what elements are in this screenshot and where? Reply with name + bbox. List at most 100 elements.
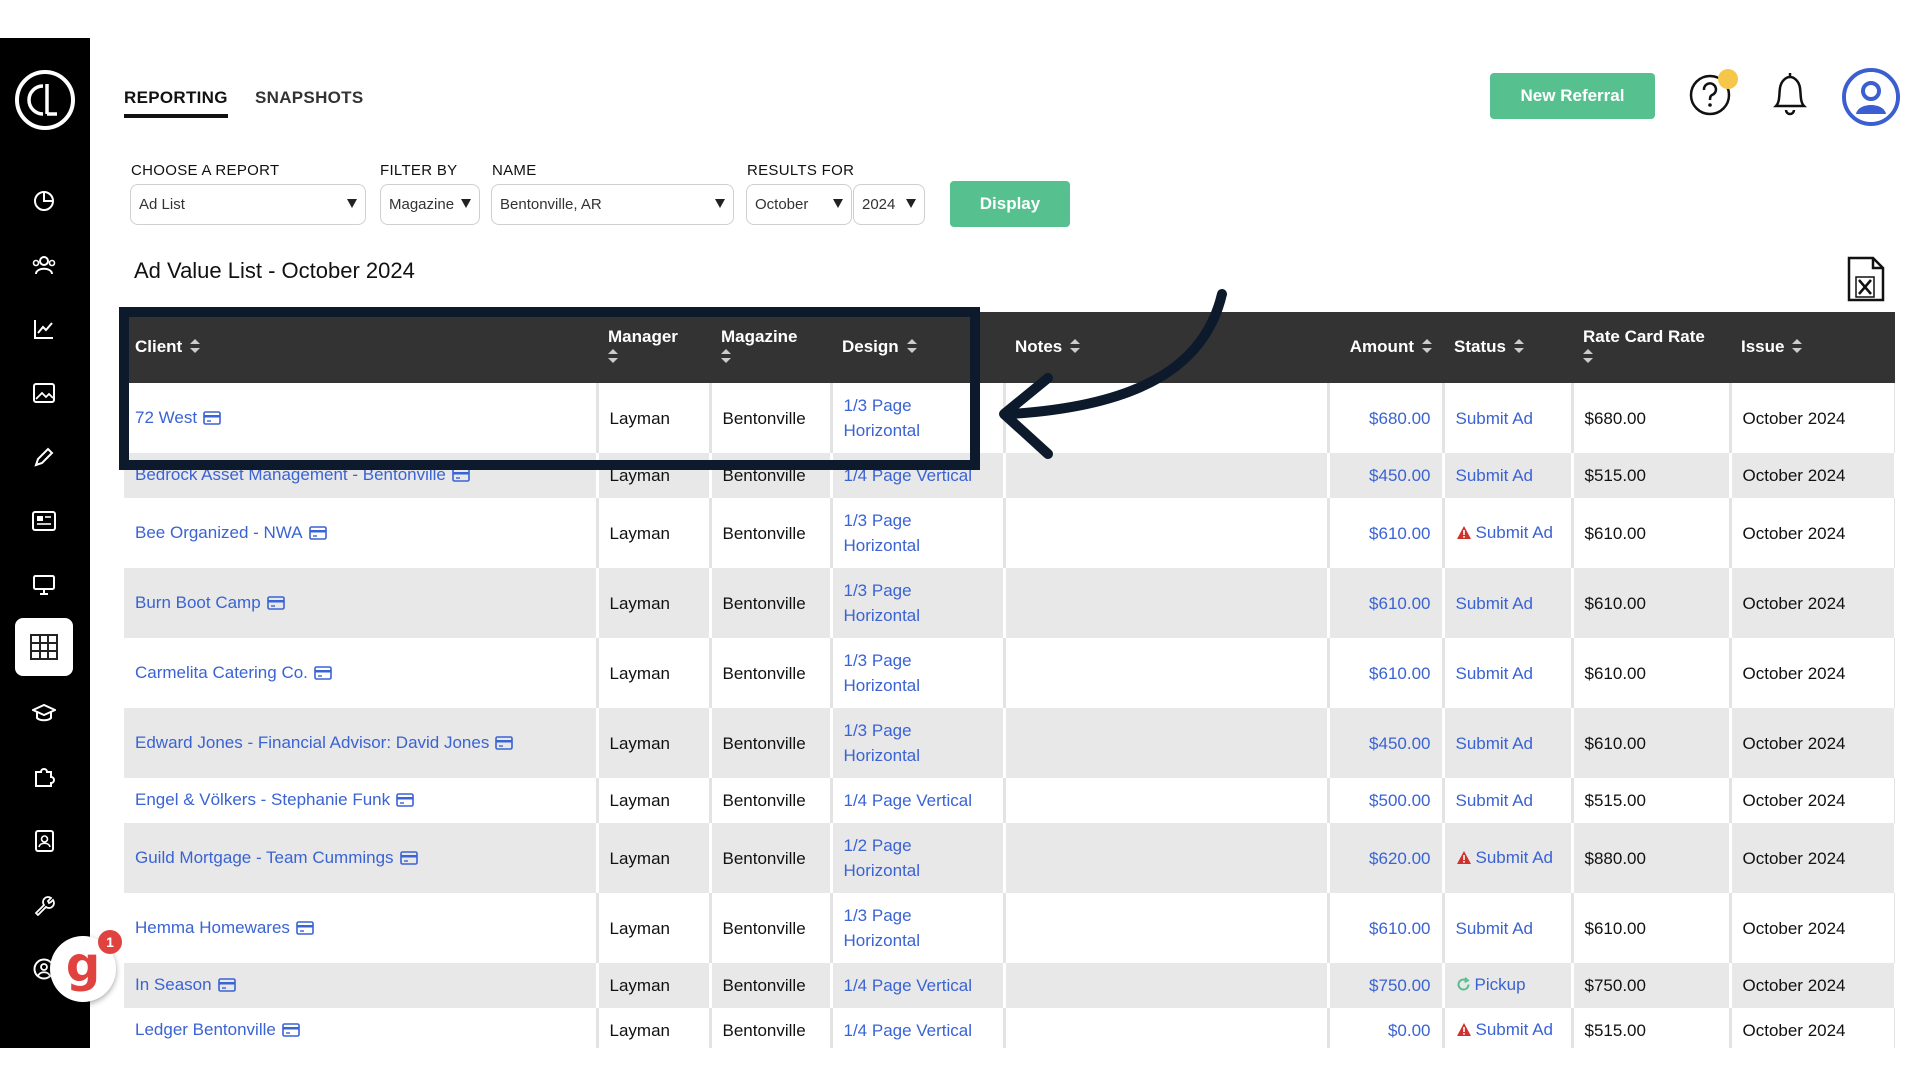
- design-link[interactable]: 1/4 Page Vertical: [844, 466, 973, 485]
- tab-reporting[interactable]: REPORTING: [124, 88, 228, 118]
- design-link[interactable]: 1/2 Page Horizontal: [844, 836, 921, 880]
- cell-notes[interactable]: [1004, 498, 1330, 568]
- design-link[interactable]: 1/4 Page Vertical: [844, 791, 973, 810]
- cell-notes[interactable]: [1004, 963, 1330, 1008]
- amount-link[interactable]: $680.00: [1369, 409, 1430, 428]
- client-link[interactable]: Edward Jones - Financial Advisor: David …: [135, 733, 489, 752]
- company-logo[interactable]: [15, 70, 75, 130]
- cell-notes[interactable]: [1004, 568, 1330, 638]
- question-mark-icon[interactable]: [1688, 69, 1738, 117]
- cell-notes[interactable]: [1004, 453, 1330, 498]
- sort-icon[interactable]: [1583, 348, 1593, 368]
- sort-icon[interactable]: [1792, 338, 1803, 358]
- tab-snapshots[interactable]: SNAPSHOTS: [255, 88, 364, 108]
- status-link[interactable]: Submit Ad: [1456, 791, 1534, 810]
- amount-link[interactable]: $500.00: [1369, 791, 1430, 810]
- g-logo-icon[interactable]: g 1: [50, 930, 122, 1002]
- cell-notes[interactable]: [1004, 823, 1330, 893]
- user-avatar-icon[interactable]: [1842, 68, 1900, 126]
- credit-card-icon[interactable]: [296, 917, 314, 942]
- column-header-manager[interactable]: Manager: [597, 312, 710, 383]
- cell-notes[interactable]: [1004, 1008, 1330, 1048]
- status-link[interactable]: Submit Ad: [1456, 664, 1534, 683]
- graduation-cap-icon[interactable]: [29, 698, 59, 728]
- cell-notes[interactable]: [1004, 383, 1330, 453]
- client-link[interactable]: In Season: [135, 975, 212, 994]
- report-select[interactable]: Ad List: [130, 184, 366, 225]
- excel-file-icon[interactable]: [1846, 256, 1886, 302]
- credit-card-icon[interactable]: [452, 464, 470, 489]
- credit-card-icon[interactable]: [495, 732, 514, 757]
- column-header-issue[interactable]: Issue: [1730, 312, 1895, 383]
- status-link[interactable]: Submit Ad: [1456, 409, 1534, 428]
- status-link[interactable]: Submit Ad: [1456, 594, 1534, 613]
- cell-notes[interactable]: [1004, 638, 1330, 708]
- client-link[interactable]: Carmelita Catering Co.: [135, 663, 308, 682]
- amount-link[interactable]: $620.00: [1369, 849, 1430, 868]
- name-select[interactable]: Bentonville, AR: [491, 184, 734, 225]
- credit-card-icon[interactable]: [314, 662, 332, 687]
- table-grid-icon[interactable]: [15, 618, 73, 676]
- design-link[interactable]: 1/3 Page Horizontal: [844, 906, 921, 950]
- filter-by-select[interactable]: Magazine: [380, 184, 480, 225]
- status-link[interactable]: Submit Ad: [1456, 466, 1534, 485]
- sort-icon[interactable]: [1513, 338, 1524, 358]
- credit-card-icon[interactable]: [399, 847, 418, 872]
- amount-link[interactable]: $610.00: [1369, 664, 1430, 683]
- client-link[interactable]: Engel & Völkers - Stephanie Funk: [135, 790, 390, 809]
- sort-icon[interactable]: [190, 338, 201, 358]
- status-link[interactable]: Pickup: [1475, 975, 1526, 994]
- amount-link[interactable]: $610.00: [1369, 524, 1430, 543]
- design-link[interactable]: 1/3 Page Horizontal: [844, 651, 921, 695]
- sort-icon[interactable]: [1070, 338, 1081, 358]
- credit-card-icon[interactable]: [217, 974, 236, 999]
- design-link[interactable]: 1/3 Page Horizontal: [844, 581, 921, 625]
- column-header-amount[interactable]: Amount: [1328, 312, 1443, 383]
- cell-notes[interactable]: [1004, 778, 1330, 823]
- cell-notes[interactable]: [1004, 708, 1330, 778]
- credit-card-icon[interactable]: [282, 1019, 300, 1044]
- amount-link[interactable]: $610.00: [1369, 919, 1430, 938]
- design-link[interactable]: 1/3 Page Horizontal: [844, 396, 921, 440]
- puzzle-icon[interactable]: [29, 762, 59, 792]
- status-link[interactable]: Submit Ad: [1476, 523, 1554, 542]
- pie-chart-icon[interactable]: [29, 186, 59, 216]
- credit-card-icon[interactable]: [203, 407, 221, 432]
- column-header-client[interactable]: Client: [124, 312, 597, 383]
- pencil-icon[interactable]: [29, 442, 59, 472]
- amount-link[interactable]: $750.00: [1369, 976, 1430, 995]
- sort-icon[interactable]: [1422, 338, 1432, 358]
- new-referral-button[interactable]: New Referral: [1490, 73, 1655, 119]
- monitor-icon[interactable]: [29, 570, 59, 600]
- column-header-design[interactable]: Design: [831, 312, 1004, 383]
- column-header-rate-card-rate[interactable]: Rate Card Rate: [1572, 312, 1730, 383]
- month-select[interactable]: October: [746, 184, 852, 225]
- credit-card-icon[interactable]: [266, 592, 285, 617]
- newspaper-icon[interactable]: [29, 506, 59, 536]
- amount-link[interactable]: $0.00: [1388, 1021, 1431, 1040]
- column-header-notes[interactable]: Notes: [1004, 312, 1328, 383]
- image-icon[interactable]: [29, 378, 59, 408]
- client-link[interactable]: Ledger Bentonville: [135, 1020, 276, 1039]
- sort-icon[interactable]: [906, 338, 917, 358]
- display-button[interactable]: Display: [950, 181, 1070, 227]
- bell-icon[interactable]: [1768, 70, 1812, 118]
- status-link[interactable]: Submit Ad: [1476, 1020, 1554, 1039]
- line-chart-icon[interactable]: [29, 314, 59, 344]
- people-icon[interactable]: [29, 250, 59, 280]
- year-select[interactable]: 2024: [853, 184, 925, 225]
- wrench-icon[interactable]: [29, 890, 59, 920]
- credit-card-icon[interactable]: [308, 522, 327, 547]
- amount-link[interactable]: $450.00: [1369, 734, 1430, 753]
- column-header-status[interactable]: Status: [1443, 312, 1572, 383]
- client-link[interactable]: Hemma Homewares: [135, 918, 290, 937]
- client-link[interactable]: Guild Mortgage - Team Cummings: [135, 848, 394, 867]
- status-link[interactable]: Submit Ad: [1476, 848, 1554, 867]
- design-link[interactable]: 1/4 Page Vertical: [844, 1021, 973, 1040]
- amount-link[interactable]: $610.00: [1369, 594, 1430, 613]
- client-link[interactable]: 72 West: [135, 408, 197, 427]
- status-link[interactable]: Submit Ad: [1456, 919, 1534, 938]
- design-link[interactable]: 1/4 Page Vertical: [844, 976, 973, 995]
- amount-link[interactable]: $450.00: [1369, 466, 1430, 485]
- client-link[interactable]: Burn Boot Camp: [135, 593, 261, 612]
